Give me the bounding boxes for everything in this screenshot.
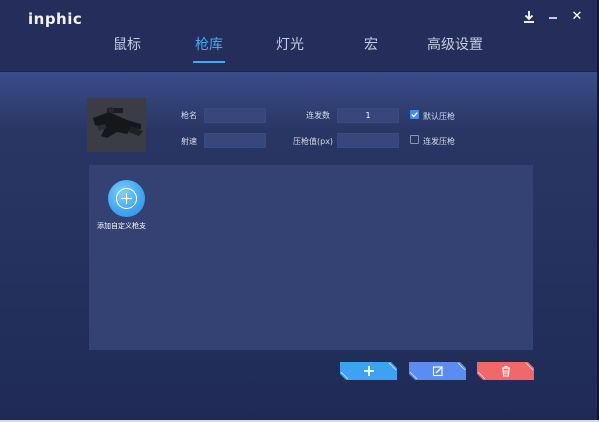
main-tabs: 鼠标 枪库 灯光 宏 高级设置 — [0, 34, 597, 64]
app-window: inphic ✕ 鼠标 枪库 灯光 宏 高级设置 枪名 射速 连发数 1 压枪值… — [0, 0, 599, 420]
gun-list-panel — [89, 165, 533, 350]
gun-name-label: 枪名 — [181, 111, 197, 120]
plus-icon — [364, 366, 374, 376]
default-recoil-checkbox[interactable] — [410, 110, 419, 119]
delete-button[interactable] — [477, 362, 534, 380]
add-button[interactable] — [340, 362, 397, 380]
tab-gun-library[interactable]: 枪库 — [193, 34, 225, 63]
tab-macro[interactable]: 宏 — [364, 34, 378, 60]
add-custom-gun-button[interactable] — [108, 180, 145, 217]
burst-recoil-label: 连发压枪 — [423, 137, 455, 146]
burst-count-label: 连发数 — [306, 111, 330, 120]
check-icon — [411, 112, 418, 118]
edit-button[interactable] — [409, 362, 466, 380]
gun-name-input[interactable] — [204, 108, 266, 123]
recoil-value-label: 压枪值(px) — [293, 137, 334, 146]
gun-image — [87, 98, 146, 152]
burst-count-input[interactable]: 1 — [337, 108, 399, 123]
close-icon[interactable]: ✕ — [569, 9, 585, 25]
download-icon[interactable] — [521, 9, 537, 25]
gun-thumbnail — [87, 98, 146, 152]
tab-lighting[interactable]: 灯光 — [276, 34, 304, 60]
tab-mouse[interactable]: 鼠标 — [113, 34, 141, 60]
recoil-value-input[interactable] — [337, 133, 399, 148]
edit-icon — [432, 366, 443, 377]
default-recoil-label: 默认压枪 — [423, 112, 455, 121]
trash-icon — [502, 365, 510, 377]
fire-rate-label: 射速 — [181, 137, 197, 146]
plus-circle-icon — [116, 188, 137, 209]
minimize-icon[interactable] — [545, 9, 561, 25]
app-logo: inphic — [28, 10, 83, 28]
burst-recoil-checkbox[interactable] — [410, 135, 419, 144]
tab-advanced-settings[interactable]: 高级设置 — [427, 34, 483, 60]
add-custom-gun-label: 添加自定义枪支 — [97, 222, 146, 230]
fire-rate-input[interactable] — [204, 133, 266, 148]
